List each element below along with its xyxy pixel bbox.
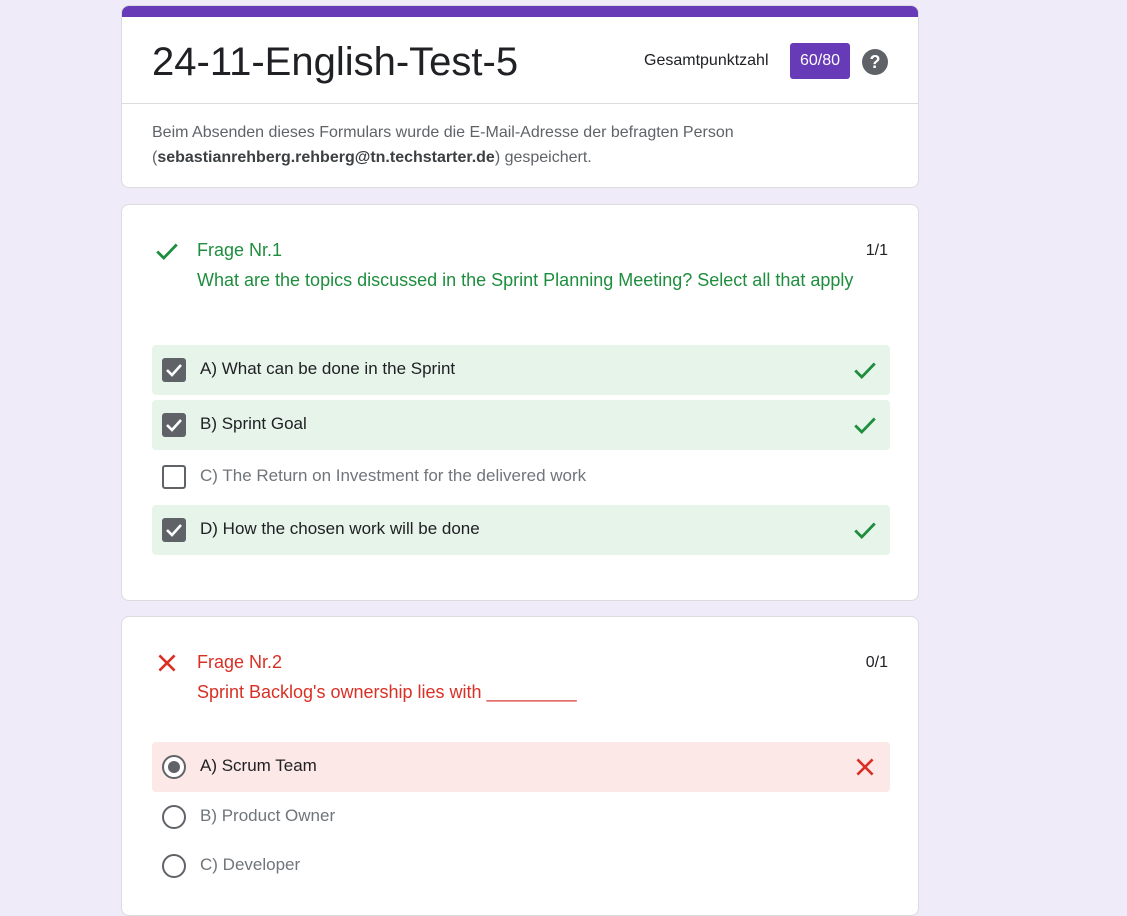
option-a[interactable]: A) Scrum Team	[152, 742, 890, 792]
option-label: B) Sprint Goal	[200, 414, 307, 433]
form-header-card: 24-11-English-Test-5 Gesamtpunktzahl 60/…	[121, 5, 919, 188]
correct-check-icon	[854, 417, 876, 435]
radio-unselected[interactable]	[162, 805, 186, 829]
checkbox-checked[interactable]	[162, 518, 186, 542]
question-text: Sprint Backlog's ownership lies with ___…	[197, 682, 577, 702]
checkbox-checked[interactable]	[162, 358, 186, 382]
option-c[interactable]: C) The Return on Investment for the deli…	[152, 452, 890, 502]
checkbox-checked[interactable]	[162, 413, 186, 437]
option-label: D) How the chosen work will be done	[200, 519, 480, 538]
checkbox-unchecked[interactable]	[162, 465, 186, 489]
respondent-email: sebastianrehberg.rehberg@tn.techstarter.…	[157, 149, 495, 166]
checkmark-icon	[166, 364, 182, 377]
question-points: 0/1	[865, 654, 888, 671]
email-recorded-notice: Beim Absenden dieses Formulars wurde die…	[152, 120, 872, 170]
question-card-2: Frage Nr.2 0/1 Sprint Backlog's ownershi…	[121, 616, 919, 916]
option-label: C) Developer	[200, 855, 301, 874]
question-points: 1/1	[865, 242, 888, 259]
option-b[interactable]: B) Product Owner	[152, 792, 890, 842]
total-score-label: Gesamtpunktzahl	[644, 52, 769, 69]
check-icon	[156, 243, 178, 261]
option-b[interactable]: B) Sprint Goal	[152, 400, 890, 450]
question-card-1: Frage Nr.1 1/1 What are the topics discu…	[121, 204, 919, 601]
option-label: B) Product Owner	[200, 806, 336, 825]
option-label: A) What can be done in the Sprint	[200, 359, 456, 378]
question-number: Frage Nr.2	[197, 652, 283, 672]
total-score-badge: 60/80	[790, 43, 850, 79]
correct-check-icon	[854, 522, 876, 540]
correct-check-icon	[854, 362, 876, 380]
option-label: A) Scrum Team	[200, 756, 317, 775]
close-icon	[158, 654, 176, 672]
option-c[interactable]: C) Developer	[152, 841, 890, 891]
option-d[interactable]: D) How the chosen work will be done	[152, 505, 890, 555]
accent-bar	[122, 6, 918, 17]
checkmark-icon	[166, 419, 182, 432]
notice-suffix: ) gespeichert.	[494, 149, 592, 166]
question-number: Frage Nr.1	[197, 240, 283, 260]
option-a[interactable]: A) What can be done in the Sprint	[152, 345, 890, 395]
header-divider	[122, 103, 918, 104]
radio-selected[interactable]	[162, 755, 186, 779]
wrong-x-icon	[856, 758, 874, 776]
radio-unselected[interactable]	[162, 854, 186, 878]
help-icon[interactable]: ?	[862, 49, 888, 75]
form-title: 24-11-English-Test-5	[152, 40, 519, 84]
checkmark-icon	[166, 524, 182, 537]
question-text: What are the topics discussed in the Spr…	[197, 270, 854, 290]
option-label: C) The Return on Investment for the deli…	[200, 466, 587, 485]
